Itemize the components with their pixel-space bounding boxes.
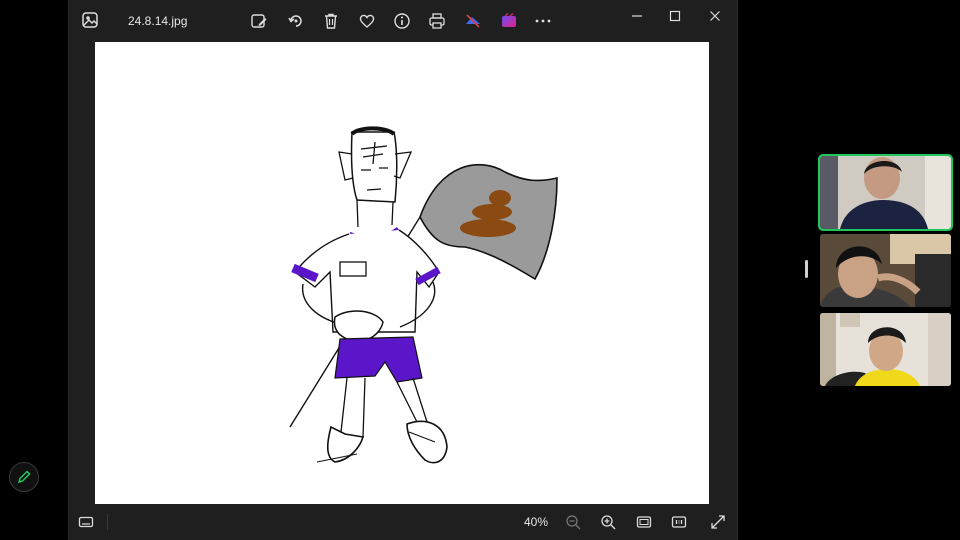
stick-figure-drawing <box>289 126 558 464</box>
print-icon[interactable] <box>428 12 446 30</box>
maximize-icon[interactable] <box>665 8 685 24</box>
participant-2-feed <box>820 234 951 307</box>
participant-video-1[interactable] <box>818 154 953 231</box>
file-name: 24.8.14.jpg <box>128 14 188 28</box>
participant-1-feed <box>820 156 951 229</box>
more-icon[interactable] <box>534 12 552 30</box>
pen-icon <box>17 470 31 484</box>
status-bar: 40% <box>69 504 737 540</box>
photos-app-window: 24.8.14.jpg 40% <box>68 0 738 540</box>
title-bar: 24.8.14.jpg <box>69 0 737 42</box>
close-icon[interactable] <box>705 8 725 24</box>
edit-image-icon[interactable] <box>250 12 268 30</box>
actual-size-icon[interactable] <box>671 514 687 530</box>
delete-icon[interactable] <box>322 12 340 30</box>
image-canvas <box>95 42 709 504</box>
edit-pen-button[interactable] <box>9 462 39 492</box>
participant-3-feed <box>820 313 951 386</box>
zoom-out-icon[interactable] <box>565 514 581 530</box>
panel-resize-handle[interactable] <box>805 260 808 278</box>
minimize-icon[interactable] <box>627 8 647 24</box>
zoom-level: 40% <box>524 515 549 529</box>
fullscreen-icon[interactable] <box>710 514 726 530</box>
zoom-in-icon[interactable] <box>600 514 616 530</box>
mute-icon[interactable] <box>464 12 482 30</box>
rotate-icon[interactable] <box>287 12 305 30</box>
info-icon[interactable] <box>393 12 411 30</box>
fit-to-window-icon[interactable] <box>636 514 652 530</box>
photos-app-icon <box>82 12 98 28</box>
participant-video-2[interactable] <box>820 234 951 307</box>
clipchamp-icon[interactable] <box>500 12 518 30</box>
status-divider <box>107 514 108 530</box>
filmstrip-icon[interactable] <box>78 514 94 530</box>
favorite-icon[interactable] <box>358 12 376 30</box>
participant-video-3[interactable] <box>820 313 951 386</box>
